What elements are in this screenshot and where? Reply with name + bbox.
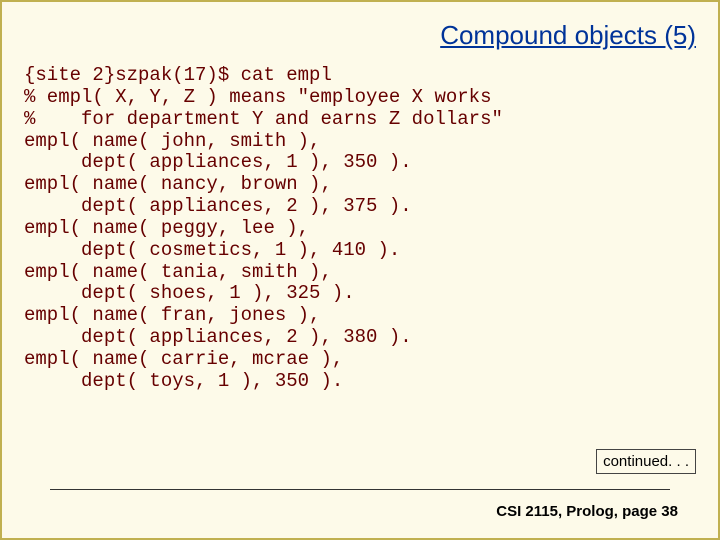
code-block: {site 2}szpak(17)$ cat empl % empl( X, Y… (24, 65, 696, 393)
divider (50, 489, 670, 490)
slide-title: Compound objects (5) (24, 20, 696, 51)
continued-box: continued. . . (596, 449, 696, 474)
slide: Compound objects (5) {site 2}szpak(17)$ … (0, 0, 720, 540)
footer-text: CSI 2115, Prolog, page 38 (496, 503, 678, 520)
